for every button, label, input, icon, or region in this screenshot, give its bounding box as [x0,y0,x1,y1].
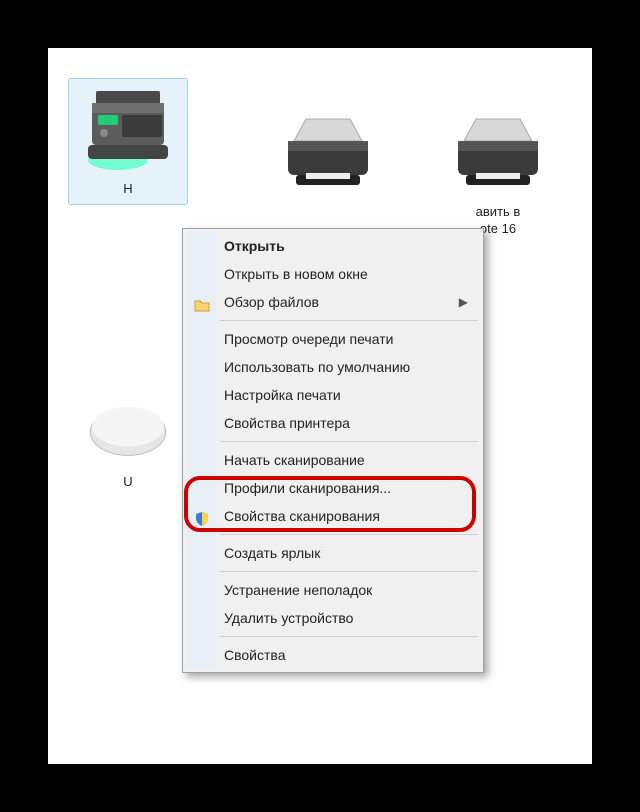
menu-remove-device[interactable]: Удалить устройство [186,604,480,632]
menu-open[interactable]: Открыть [186,232,480,260]
printer-context-menu: Открыть Открыть в новом окне Обзор файло… [182,228,484,673]
device-generic-4[interactable]: U [68,378,188,491]
menu-label: Начать сканирование [224,452,365,468]
menu-start-scan[interactable]: Начать сканирование [186,446,480,474]
menu-separator [220,534,478,535]
menu-label: Создать ярлык [224,545,320,561]
device-mfp-selected[interactable]: H [68,78,188,205]
menu-separator [220,320,478,321]
menu-scan-properties[interactable]: Свойства сканирования [186,502,480,530]
generic-device-icon [78,378,178,468]
label-line: авить в [476,204,521,219]
menu-label: Просмотр очереди печати [224,331,393,347]
menu-label: Открыть в новом окне [224,266,368,282]
menu-create-shortcut[interactable]: Создать ярлык [186,539,480,567]
folder-icon [194,294,210,310]
device-printer-3[interactable]: авить в ote 16 [438,108,558,238]
menu-properties[interactable]: Свойства [186,641,480,669]
device-printer-2[interactable] [268,108,388,204]
menu-printer-properties[interactable]: Свойства принтера [186,409,480,437]
menu-label: Свойства сканирования [224,508,380,524]
menu-label: Устранение неполадок [224,582,372,598]
menu-label: Использовать по умолчанию [224,359,410,375]
menu-label: Открыть [224,238,285,254]
chevron-right-icon: ▶ [459,288,468,316]
menu-separator [220,571,478,572]
menu-label: Свойства принтера [224,415,350,431]
menu-set-default[interactable]: Использовать по умолчанию [186,353,480,381]
menu-label: Настройка печати [224,387,341,403]
printer-icon [278,108,378,198]
printer-icon [448,108,548,198]
menu-view-print-queue[interactable]: Просмотр очереди печати [186,325,480,353]
menu-troubleshoot[interactable]: Устранение неполадок [186,576,480,604]
shield-icon [194,508,210,524]
menu-label: Удалить устройство [224,610,353,626]
menu-separator [220,636,478,637]
device-label: U [68,474,188,491]
menu-separator [220,441,478,442]
menu-label: Профили сканирования... [224,480,391,496]
menu-print-settings[interactable]: Настройка печати [186,381,480,409]
menu-open-new-window[interactable]: Открыть в новом окне [186,260,480,288]
device-label: H [71,181,185,198]
menu-scan-profiles[interactable]: Профили сканирования... [186,474,480,502]
menu-label: Обзор файлов [224,294,319,310]
label-line: ote 16 [480,221,516,236]
menu-browse-files[interactable]: Обзор файлов ▶ [186,288,480,316]
menu-label: Свойства [224,647,285,663]
devices-window: H [48,48,592,764]
mfp-printer-icon [78,85,178,175]
